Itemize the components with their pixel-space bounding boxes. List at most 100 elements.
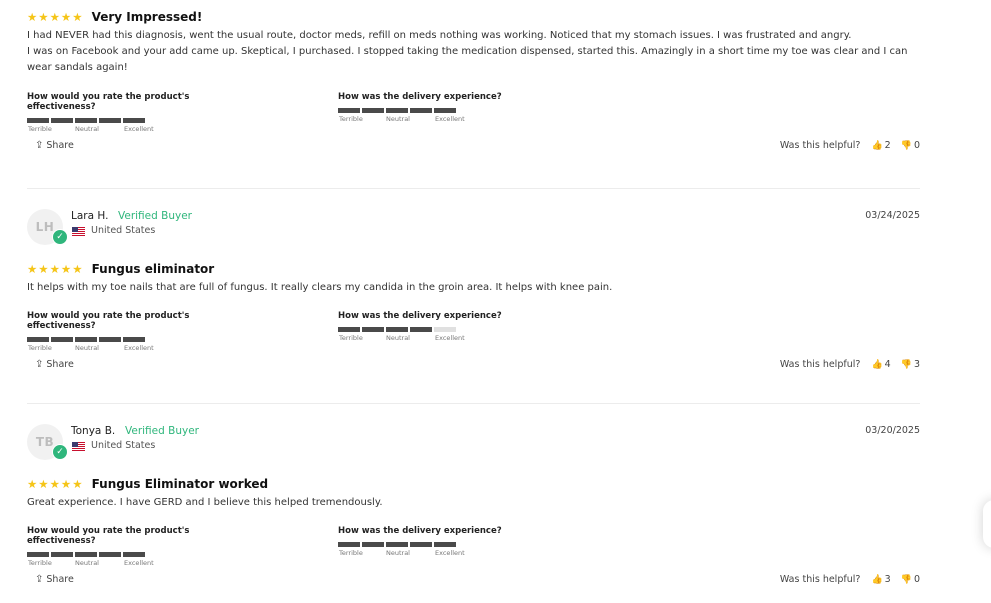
scale-mid: Neutral <box>75 344 99 352</box>
delivery-bars <box>338 108 558 113</box>
share-button[interactable]: ⇪ Share <box>35 359 74 370</box>
delivery-question: How was the delivery experience? <box>338 526 502 536</box>
thumbs-down-button[interactable]: 👎 3 <box>901 359 920 370</box>
rating-scale: Terrible Neutral Excellent <box>27 125 247 135</box>
thumbs-up-button[interactable]: 👍 4 <box>871 359 890 370</box>
rating-bar-filled <box>51 337 73 342</box>
scale-mid: Neutral <box>386 549 410 557</box>
thumbs-up-button[interactable]: 👍 3 <box>871 574 890 585</box>
review-header: TB ✓ Tonya B. Verified Buyer United Stat… <box>27 424 920 476</box>
review-footer: ⇪ Share Was this helpful? 👍 2 👎 0 <box>27 140 920 162</box>
scale-high: Excellent <box>124 559 154 567</box>
delivery-question: How was the delivery experience? <box>338 92 502 102</box>
rating-bar-filled <box>99 118 121 123</box>
rating-bar-filled <box>410 327 432 332</box>
floating-widget-tab[interactable] <box>983 500 991 548</box>
us-flag-icon <box>72 442 85 451</box>
rating-scale: Terrible Neutral Excellent <box>27 559 247 569</box>
review-title-row: ★★★★★ Fungus Eliminator worked <box>27 476 920 492</box>
review-header: LH ✓ Lara H. Verified Buyer United State… <box>27 209 920 261</box>
reviewer-name: Tonya B. <box>71 425 116 437</box>
rating-bar-filled <box>51 552 73 557</box>
helpful-down-count: 0 <box>913 574 920 585</box>
review-card: ★★★★★ Very Impressed! I had NEVER had th… <box>27 9 920 162</box>
rating-bar-filled <box>27 118 49 123</box>
reviewer-country: United States <box>91 225 156 236</box>
scale-low: Terrible <box>339 115 363 123</box>
delivery-question: How was the delivery experience? <box>338 311 502 321</box>
rating-bar-filled <box>51 118 73 123</box>
rating-bar-filled <box>386 542 408 547</box>
thumbs-up-button[interactable]: 👍 2 <box>871 140 890 151</box>
review-body: Great experience. I have GERD and I beli… <box>27 497 383 508</box>
share-icon: ⇪ <box>35 140 44 151</box>
rating-bar-filled <box>75 552 97 557</box>
delivery-bars <box>338 542 558 547</box>
star-rating-icon: ★★★★★ <box>27 10 84 24</box>
helpful-up-count: 4 <box>884 359 891 370</box>
delivery-rating: How was the delivery experience? Terribl… <box>338 92 558 125</box>
reviewer-country: United States <box>91 440 156 451</box>
review-title-row: ★★★★★ Very Impressed! <box>27 9 920 25</box>
review-card: LH ✓ Lara H. Verified Buyer United State… <box>27 209 920 381</box>
scale-low: Terrible <box>339 549 363 557</box>
thumbs-down-button[interactable]: 👎 0 <box>901 574 920 585</box>
effectiveness-question: How would you rate the product's effecti… <box>27 92 190 112</box>
verified-check-icon: ✓ <box>52 229 68 245</box>
review-card: TB ✓ Tonya B. Verified Buyer United Stat… <box>27 424 920 596</box>
scale-high: Excellent <box>124 344 154 352</box>
review-divider <box>27 403 920 404</box>
reviewer-name: Lara H. <box>71 210 109 222</box>
thumbs-down-button[interactable]: 👎 0 <box>901 140 920 151</box>
star-rating-icon: ★★★★★ <box>27 477 84 491</box>
scale-low: Terrible <box>28 344 52 352</box>
review-body: I had NEVER had this diagnosis, went the… <box>27 28 920 76</box>
effectiveness-question: How would you rate the product's effecti… <box>27 311 190 331</box>
helpful-votes: Was this helpful? 👍 4 👎 3 <box>780 359 920 370</box>
review-body: It helps with my toe nails that are full… <box>27 282 613 293</box>
rating-bar-filled <box>99 337 121 342</box>
scale-low: Terrible <box>28 125 52 133</box>
review-ratings: How would you rate the product's effecti… <box>27 311 920 354</box>
rating-bar-filled <box>75 337 97 342</box>
delivery-bars <box>338 327 558 332</box>
verified-check-icon: ✓ <box>52 444 68 460</box>
review-footer: ⇪ Share Was this helpful? 👍 4 👎 3 <box>27 359 920 381</box>
effectiveness-question: How would you rate the product's effecti… <box>27 526 190 546</box>
effectiveness-bars <box>27 118 247 123</box>
rating-scale: Terrible Neutral Excellent <box>27 344 247 354</box>
review-footer: ⇪ Share Was this helpful? 👍 3 👎 0 <box>27 574 920 596</box>
helpful-votes: Was this helpful? 👍 2 👎 0 <box>780 140 920 151</box>
review-ratings: How would you rate the product's effecti… <box>27 526 920 569</box>
share-button[interactable]: ⇪ Share <box>35 574 74 585</box>
share-button[interactable]: ⇪ Share <box>35 140 74 151</box>
share-icon: ⇪ <box>35 574 44 585</box>
rating-bar-filled <box>123 552 145 557</box>
delivery-rating: How was the delivery experience? Terribl… <box>338 526 558 559</box>
rating-bar-filled <box>386 108 408 113</box>
rating-scale: Terrible Neutral Excellent <box>338 334 558 344</box>
rating-bar-filled <box>362 108 384 113</box>
rating-bar-empty <box>434 327 456 332</box>
review-title: Very Impressed! <box>91 10 203 24</box>
scale-high: Excellent <box>124 125 154 133</box>
rating-bar-filled <box>338 327 360 332</box>
rating-bar-filled <box>362 542 384 547</box>
helpful-question: Was this helpful? <box>779 574 861 585</box>
review-title: Fungus eliminator <box>91 262 215 276</box>
helpful-question: Was this helpful? <box>779 359 861 370</box>
star-rating-icon: ★★★★★ <box>27 262 84 276</box>
rating-bar-filled <box>27 337 49 342</box>
helpful-question: Was this helpful? <box>779 140 861 151</box>
thumbs-down-icon: 👎 <box>900 141 912 151</box>
effectiveness-rating: How would you rate the product's effecti… <box>27 92 247 135</box>
rating-bar-filled <box>338 542 360 547</box>
review-title-row: ★★★★★ Fungus eliminator <box>27 261 920 277</box>
thumbs-up-icon: 👍 <box>871 141 883 151</box>
scale-high: Excellent <box>435 334 465 342</box>
rating-bar-filled <box>410 542 432 547</box>
effectiveness-rating: How would you rate the product's effecti… <box>27 311 247 354</box>
verified-buyer-badge: Verified Buyer <box>118 210 192 222</box>
share-label: Share <box>46 574 74 585</box>
rating-bar-filled <box>410 108 432 113</box>
